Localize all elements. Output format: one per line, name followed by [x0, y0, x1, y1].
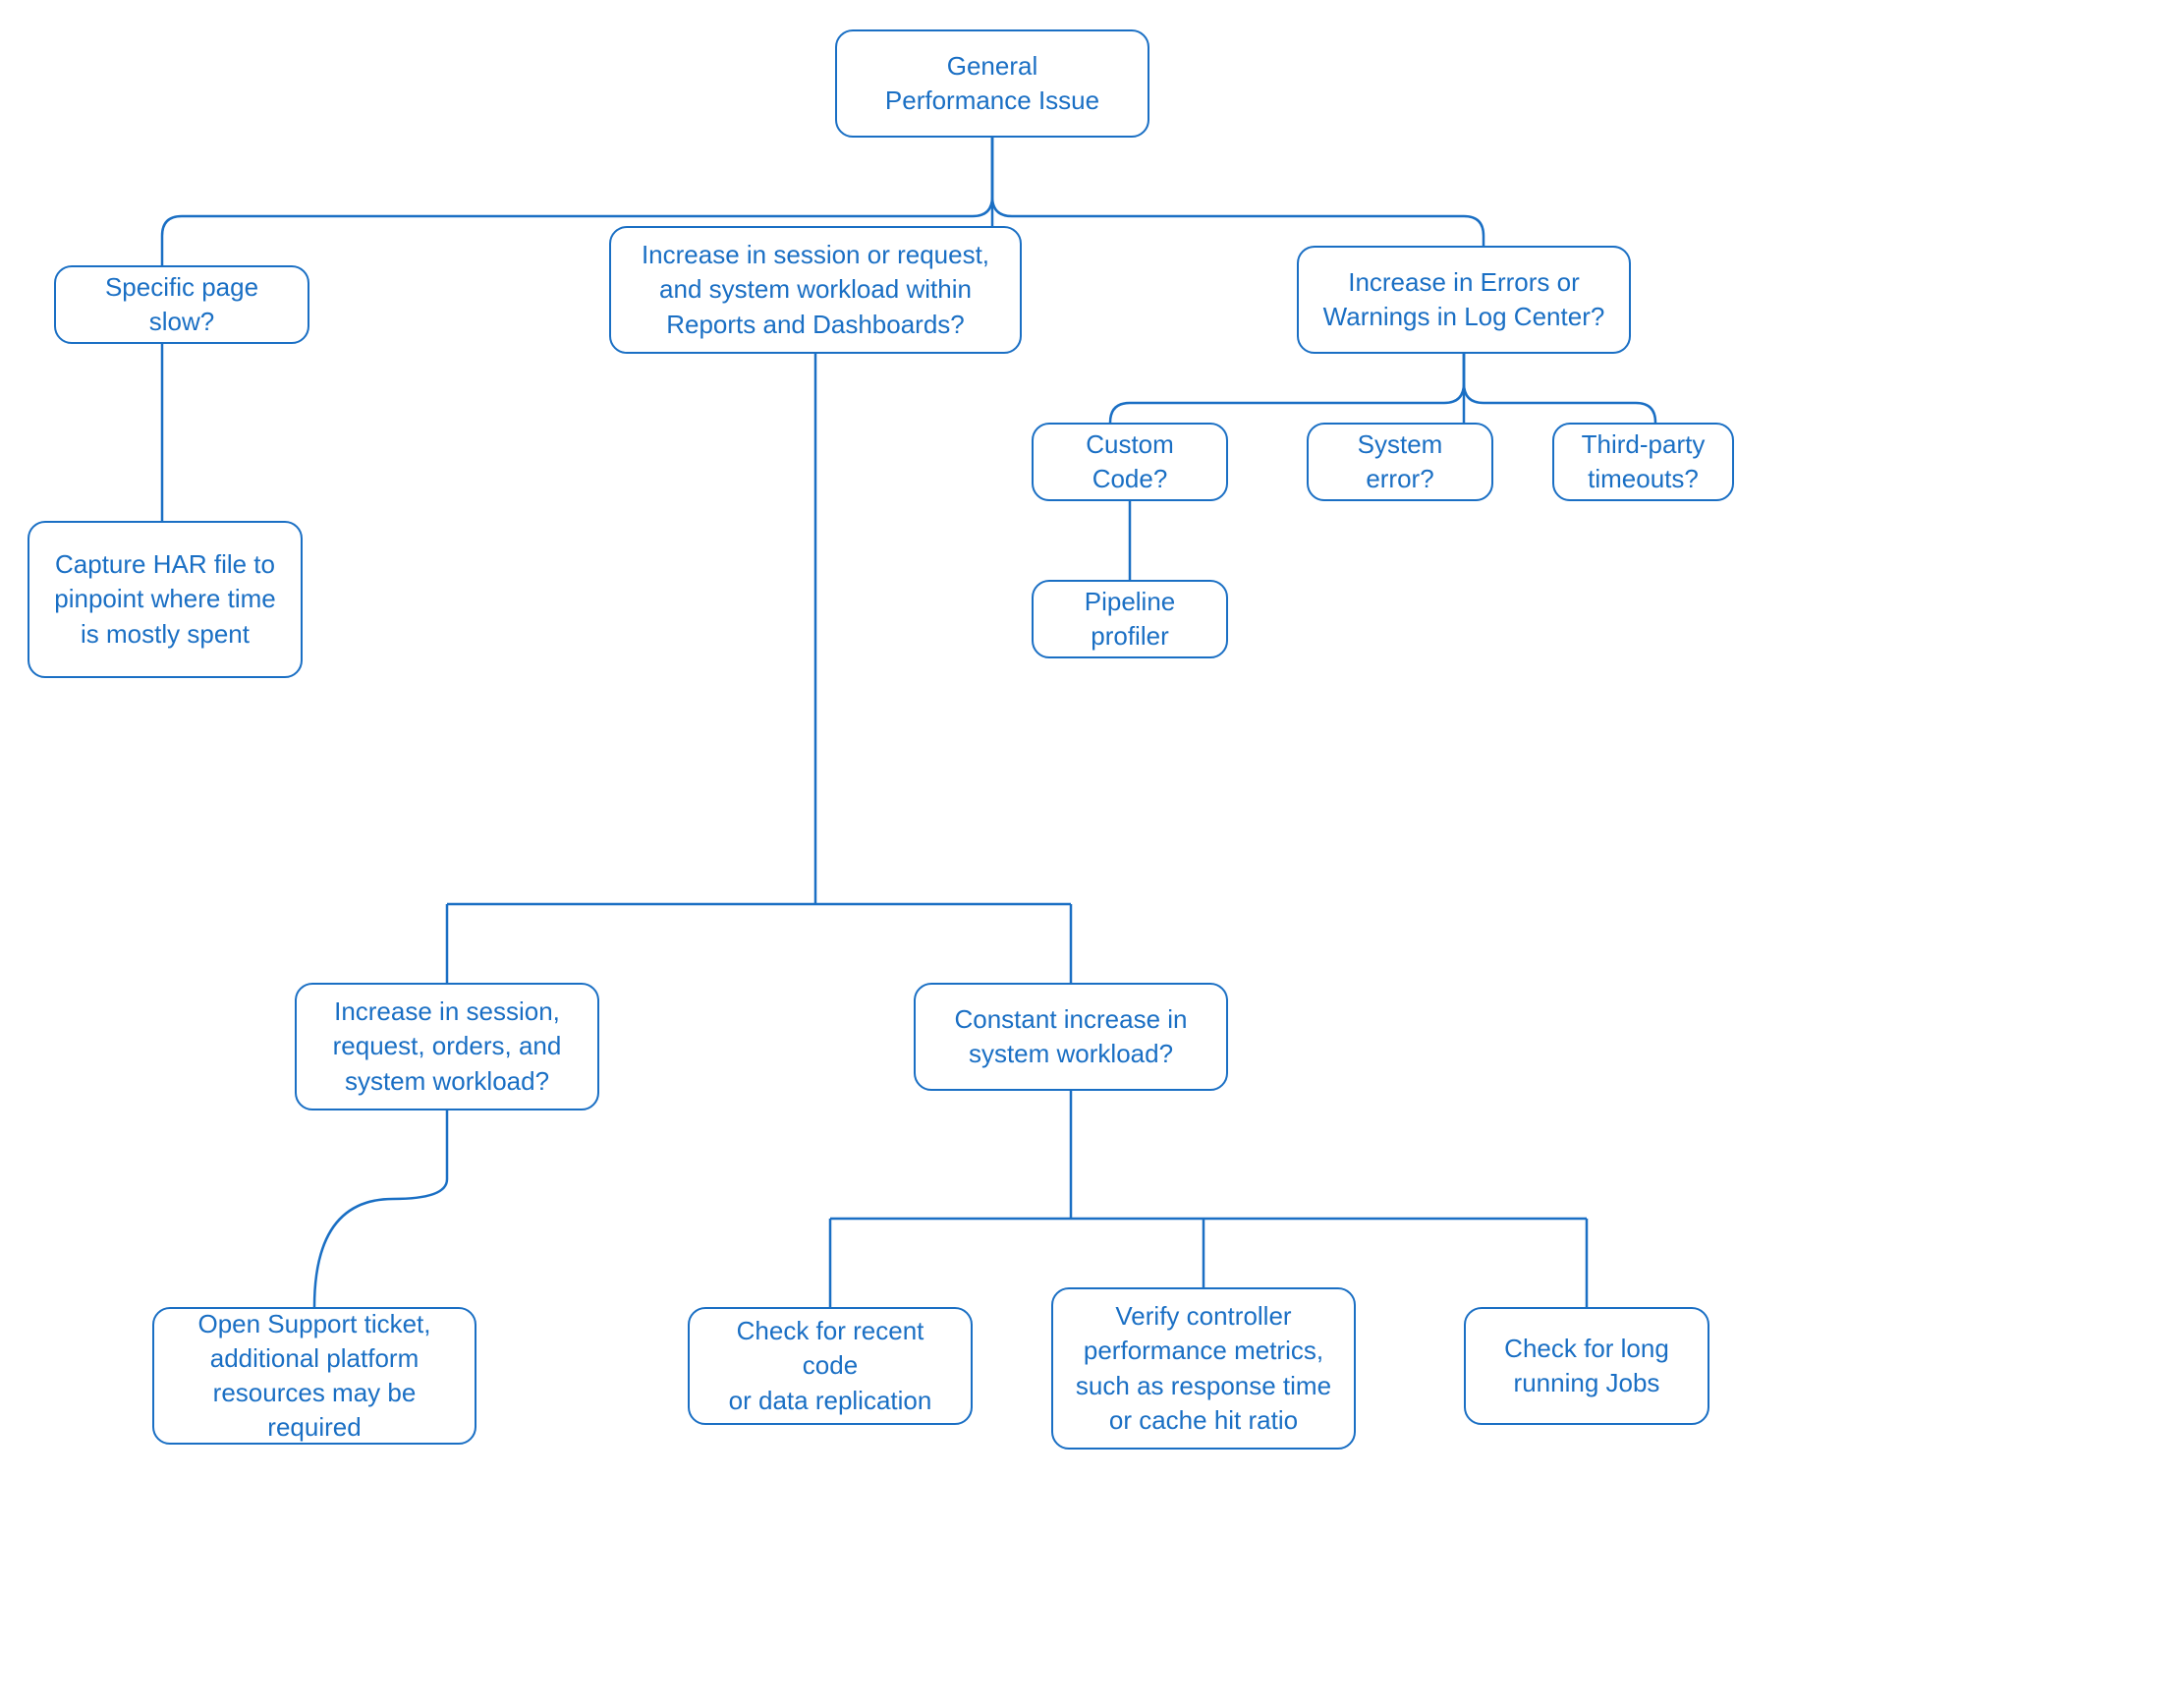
diagram: GeneralPerformance Issue Specific page s… — [0, 0, 2184, 1707]
node-check-recent: Check for recent codeor data replication — [688, 1307, 973, 1425]
node-check-running: Check for longrunning Jobs — [1464, 1307, 1709, 1425]
node-increase-session2: Increase in session,request, orders, and… — [295, 983, 599, 1110]
node-increase-session: Increase in session or request,and syste… — [609, 226, 1022, 354]
node-system-error: System error? — [1307, 423, 1493, 501]
node-increase-errors: Increase in Errors orWarnings in Log Cen… — [1297, 246, 1631, 354]
node-specific-page: Specific page slow? — [54, 265, 309, 344]
node-custom-code: Custom Code? — [1032, 423, 1228, 501]
node-constant-increase: Constant increase insystem workload? — [914, 983, 1228, 1091]
node-third-party: Third-partytimeouts? — [1552, 423, 1734, 501]
connector-lines — [0, 0, 2184, 1707]
node-verify-controller: Verify controllerperformance metrics,suc… — [1051, 1287, 1356, 1450]
node-root: GeneralPerformance Issue — [835, 29, 1149, 138]
node-capture-har: Capture HAR file topinpoint where timeis… — [28, 521, 303, 678]
node-pipeline-profiler: Pipeline profiler — [1032, 580, 1228, 658]
node-open-support: Open Support ticket,additional platformr… — [152, 1307, 476, 1445]
